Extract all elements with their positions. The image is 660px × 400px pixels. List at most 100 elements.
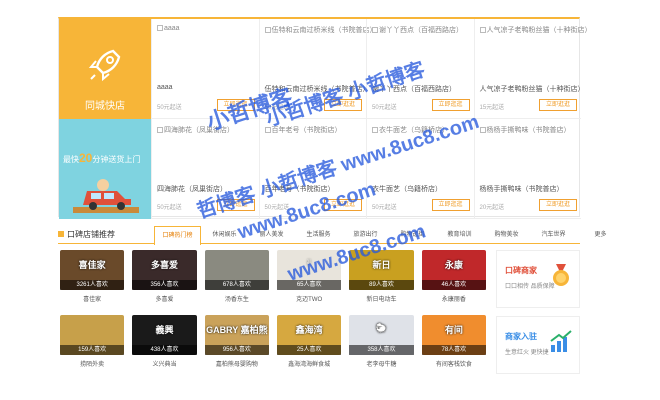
store-card[interactable]: 義興 438人喜欢 义兴典当: [130, 315, 198, 374]
store-card[interactable]: 喜佳家 3261人喜欢 喜佳家: [58, 250, 126, 309]
visit-shop-button[interactable]: 立即逛逛: [216, 99, 255, 111]
shop-min-order: 50元起送: [372, 105, 397, 111]
store-name[interactable]: 义兴典当: [130, 359, 198, 368]
store-name[interactable]: 鑫海湾海鲜食城: [275, 359, 343, 368]
shop-min-order: 15元起送: [479, 105, 505, 111]
shop-card[interactable]: 伍特和云南过桥米线（书院普店） 伍特和云南过桥米线（书院普店） 50元起送 立即逛逛: [258, 19, 377, 119]
visit-shop-button[interactable]: 立即逛逛: [431, 99, 470, 111]
recommend-bar: 口碑店铺推荐 口碑热门榜 休闲娱乐 丽人美发 生活服务 旅游出行 购物逛街 教育培训 购物美妆…: [58, 226, 607, 245]
store-card[interactable]: 多喜爱 356人喜欢 多喜爱: [130, 250, 198, 309]
store-card[interactable]: ✌ 65人喜欢 克迈TWO: [275, 250, 343, 309]
medal-icon: [553, 264, 569, 286]
merchant-title: 口碑商家: [505, 266, 537, 275]
recommend-tab[interactable]: 教育培训: [436, 226, 483, 244]
shop-card[interactable]: 衣牛面艺（乌籍桥店） 衣牛面艺（乌籍桥店） 50元起送 立即逛逛: [366, 119, 474, 219]
shop-image[interactable]: 伍特和云南过桥米线（书院普店）: [264, 25, 377, 35]
recommend-tab[interactable]: 购物美妆: [483, 226, 530, 244]
store-card[interactable]: 159人喜欢 捞陌外卖: [58, 315, 126, 374]
shop-name[interactable]: 人气凉子老鸭粉丝猫（十种街店）: [480, 84, 585, 94]
shop-card[interactable]: 四海肺花（凤巢街店） 四海肺花（凤巢街店） 50元起送 立即逛逛: [151, 119, 259, 219]
city-store-banner[interactable]: 同城快店: [59, 19, 151, 119]
shop-image[interactable]: 四海肺花（凤巢街店）: [157, 125, 234, 135]
shop-name[interactable]: 衣牛面艺（乌籍桥店）: [372, 184, 442, 194]
shop-min-order: 50元起送: [264, 105, 290, 111]
broken-image-icon: [157, 25, 163, 31]
visit-shop-button[interactable]: 立即逛逛: [324, 199, 362, 211]
merchant-box[interactable]: 口碑商家 口口相传 品质保障: [496, 250, 580, 308]
shop-card[interactable]: 人气凉子老鸭粉丝猫（十种街店） 人气凉子老鸭粉丝猫（十种街店） 15元起送 立即逛逛: [473, 19, 592, 119]
shop-image[interactable]: 谢丫丫西点（百福西路店）: [372, 25, 463, 35]
shop-image[interactable]: 杨杨手撕鸭味（书院普店）: [479, 125, 571, 135]
shop-card[interactable]: aaaa aaaa 50元起送 立即逛逛: [151, 19, 259, 119]
recommend-tab[interactable]: 休闲娱乐: [201, 226, 248, 244]
store-name[interactable]: 有间客栈饮食: [420, 359, 488, 368]
store-name[interactable]: 克迈TWO: [275, 294, 343, 303]
shop-card[interactable]: 杨杨手撕鸭味（书院普店） 杨杨手撕鸭味（书院普店） 20元起送 立即逛逛: [473, 119, 581, 219]
shop-name[interactable]: 杨杨手撕鸭味（书院普店）: [480, 184, 564, 194]
delivery-promo-banner[interactable]: 最快20分钟送货上门: [59, 119, 151, 219]
broken-image-icon: [264, 27, 271, 33]
recommend-tab[interactable]: 购物逛街: [389, 226, 436, 244]
recommend-tab[interactable]: 更多: [577, 226, 624, 244]
like-count: 678人喜欢: [204, 280, 269, 290]
square-icon: [58, 231, 64, 237]
shop-min-order: 50元起送: [157, 105, 182, 111]
city-shops-panel: 同城快店 最快20分钟送货上门 aaaa aaaa 50元起送 立即逛逛 伍特和云南过桥…: [58, 17, 592, 219]
shop-min-order: 50元起送: [264, 205, 290, 211]
city-store-title: 同城快店: [85, 101, 125, 112]
like-count: 159人喜欢: [60, 345, 125, 355]
shop-image[interactable]: aaaa: [157, 25, 180, 32]
like-count: 78人喜欢: [421, 345, 486, 355]
store-sign: ✌: [305, 258, 313, 268]
shop-min-order: 50元起送: [372, 205, 397, 211]
store-name[interactable]: 嘉柏熊母婴购物: [203, 359, 271, 368]
shop-image[interactable]: 衣牛面艺（乌籍桥店）: [372, 125, 449, 135]
shop-card[interactable]: 百年老号（书院街店） 百年老号（书院街店） 50元起送 立即逛逛: [258, 119, 366, 219]
visit-shop-button[interactable]: 立即逛逛: [539, 99, 577, 111]
store-sign: 義興: [155, 325, 174, 335]
like-count: 438人喜欢: [132, 345, 197, 355]
shop-min-order: 20元起送: [479, 205, 505, 211]
store-card[interactable]: 永康 46人喜欢 永康丽香: [420, 250, 488, 309]
store-name[interactable]: 多喜爱: [130, 294, 198, 303]
visit-shop-button[interactable]: 立即逛逛: [431, 199, 470, 211]
like-count: 356人喜欢: [132, 280, 197, 290]
store-card[interactable]: 678人喜欢 汤香东生: [203, 250, 271, 309]
recommend-tab[interactable]: 生活服务: [295, 226, 342, 244]
shop-name[interactable]: 四海肺花（凤巢街店）: [157, 184, 227, 194]
recommend-tab[interactable]: 旅游出行: [342, 226, 389, 244]
shop-name[interactable]: 谢丫丫西点（百福西路店）: [372, 84, 456, 94]
delivery-car-icon: [73, 179, 139, 213]
shop-card[interactable]: 谢丫丫西点（百福西路店） 谢丫丫西点（百福西路店） 50元起送 立即逛逛: [366, 19, 474, 119]
store-name[interactable]: 永康丽香: [420, 294, 488, 303]
like-count: 46人喜欢: [421, 280, 486, 290]
join-box[interactable]: 商家入驻 生意红火 更快捷: [496, 316, 580, 374]
store-card[interactable]: GABRY 嘉柏熊 956人喜欢 嘉柏熊母婴购物: [203, 315, 271, 374]
visit-shop-button[interactable]: 立即逛逛: [539, 199, 577, 211]
shop-image[interactable]: 人气凉子老鸭粉丝猫（十种街店）: [479, 25, 592, 35]
store-name[interactable]: 老李母牛糖: [347, 359, 415, 368]
shop-grid: aaaa aaaa 50元起送 立即逛逛 伍特和云南过桥米线（书院普店） 伍特和云南过桥米…: [151, 19, 592, 219]
store-card[interactable]: 鑫海湾 25人喜欢 鑫海湾海鲜食城: [275, 315, 343, 374]
shop-image[interactable]: 百年老号（书院街店）: [264, 125, 342, 135]
like-count: 89人喜欢: [349, 280, 414, 290]
visit-shop-button[interactable]: 立即逛逛: [324, 99, 362, 111]
merchant-subtitle: 口口相传 品质保障: [505, 284, 555, 290]
visit-shop-button[interactable]: 立即逛逛: [216, 199, 255, 211]
recommend-tab[interactable]: 汽车世界: [530, 226, 577, 244]
store-card[interactable]: 新日 89人喜欢 新日电动车: [347, 250, 415, 309]
store-name[interactable]: 新日电动车: [347, 294, 415, 303]
recommend-tabs: 口碑热门榜 休闲娱乐 丽人美发 生活服务 旅游出行 购物逛街 教育培训 购物美妆 汽车世界 更多: [154, 226, 624, 245]
shop-name[interactable]: aaaa: [157, 84, 173, 91]
store-card[interactable]: 🐑 358人喜欢 老李母牛糖: [347, 315, 415, 374]
shop-name[interactable]: 伍特和云南过桥米线（书院普店）: [265, 84, 370, 94]
like-count: 25人喜欢: [277, 345, 342, 355]
store-name[interactable]: 捞陌外卖: [58, 359, 126, 368]
store-name[interactable]: 汤香东生: [203, 294, 271, 303]
shop-name[interactable]: 百年老号（书院街店）: [265, 184, 335, 194]
recommend-tab[interactable]: 丽人美发: [248, 226, 295, 244]
store-card[interactable]: 有间 78人喜欢 有间客栈饮食: [420, 315, 488, 374]
like-count: 358人喜欢: [349, 345, 414, 355]
recommend-tab[interactable]: 口碑热门榜: [154, 226, 201, 245]
store-name[interactable]: 喜佳家: [58, 294, 126, 303]
